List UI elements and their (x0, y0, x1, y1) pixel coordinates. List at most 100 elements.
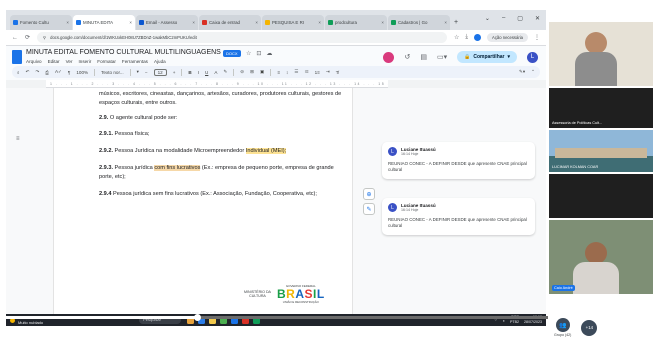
group-button[interactable]: 👥 Grupo (42) (554, 318, 571, 337)
style-select[interactable]: Texto nor... (101, 70, 123, 75)
comment-card[interactable]: L Luciane Ituassú 16:14 Hoje REUNIAO CON… (382, 198, 535, 235)
editing-mode-icon[interactable]: ✎▾ (519, 69, 525, 75)
more-participants-badge[interactable]: +14 (581, 319, 598, 336)
browser-tab[interactable]: Caixa de entrad × (199, 15, 261, 30)
print-icon[interactable]: ⎙ (45, 70, 49, 75)
back-icon[interactable]: ← (12, 35, 18, 41)
history-icon[interactable]: ↺ (404, 53, 410, 61)
highlight-icon[interactable]: ✎ (223, 69, 227, 75)
star-icon[interactable]: ☆ (454, 34, 459, 41)
link-icon[interactable]: ⊝ (240, 69, 244, 75)
move-folder-icon[interactable]: ⊡ (256, 50, 261, 57)
close-icon[interactable]: × (192, 20, 195, 25)
download-icon[interactable]: ⤓ (465, 34, 468, 41)
image-icon[interactable]: ▣ (260, 69, 264, 75)
menu-item-view[interactable]: Ver (66, 59, 73, 64)
close-icon[interactable]: × (255, 20, 258, 25)
font-size-input[interactable]: 12 (153, 68, 167, 76)
browser-tab[interactable]: Email - Assesso × (136, 15, 198, 30)
document-title[interactable]: MINUTA EDITAL FOMENTO CULTURAL MULTILING… (26, 49, 221, 56)
font-size-decrease[interactable]: − (145, 70, 148, 75)
close-icon[interactable]: × (381, 20, 384, 25)
text-color-icon[interactable]: A (214, 70, 217, 75)
star-icon[interactable]: ☆ (246, 50, 251, 57)
close-icon[interactable]: × (66, 20, 69, 25)
align-icon[interactable]: ≡ (277, 70, 280, 75)
checklist-icon[interactable]: ☰ (294, 69, 298, 75)
participant-tile[interactable]: LUCIMAR KOLMAN COAR (549, 130, 653, 172)
indent-icon[interactable]: ⇥ (326, 69, 330, 75)
add-comment-icon[interactable]: ⊕ (363, 188, 375, 200)
toolbar-divider (181, 68, 183, 76)
participant-tile[interactable]: Caio André (549, 220, 653, 294)
menu-item-format[interactable]: Formatar (97, 59, 116, 64)
menu-item-tools[interactable]: Ferramentas (122, 59, 148, 64)
menu-item-insert[interactable]: Inserir (79, 59, 92, 64)
comment-card[interactable]: L Luciane Ituassú 16:14 Hoje REUNIAO CON… (382, 142, 535, 179)
close-icon[interactable]: × (129, 20, 132, 25)
maximize-icon[interactable]: ▢ (517, 15, 523, 22)
commented-text[interactable]: com fins lucrativos (154, 165, 201, 171)
profile-icon[interactable] (474, 34, 482, 41)
numbered-list-icon[interactable]: 1≡ (315, 70, 320, 75)
browser-tab-active[interactable]: MINUTA EDITA × (73, 15, 135, 30)
browser-tab[interactable]: Fomento Cultu × (10, 15, 72, 30)
commented-text[interactable]: Individual (MEI); (245, 148, 287, 154)
browser-tab[interactable]: PESQUISA E RI × (262, 15, 324, 30)
ruler[interactable]: 1 . . . 1 . . . 2 . . . 3 . . . 4 . . . … (46, 80, 388, 88)
new-tab-button[interactable]: + (454, 15, 458, 30)
docs-logo-icon[interactable] (12, 50, 22, 64)
outline-icon[interactable]: ≡ (16, 136, 20, 142)
browser-tab[interactable]: Cadastros | Go × (388, 15, 450, 30)
participant-tile[interactable] (549, 174, 653, 218)
participant-tile[interactable]: Assessoria de Políticas Cult... (549, 88, 653, 128)
comment-header: L Luciane Ituassú 16:14 Hoje (388, 147, 529, 156)
menu-item-help[interactable]: Ajuda (154, 59, 166, 64)
browser-tab[interactable]: prodcultura × (325, 15, 387, 30)
footer-logos: MINISTÉRIO DA CULTURA GOVERNO FEDERAL BR… (244, 284, 325, 304)
cloud-status-icon[interactable]: ☁ (266, 50, 272, 57)
bold-icon[interactable]: B (188, 70, 191, 75)
clear-format-icon[interactable]: T̸ (336, 70, 339, 75)
search-icon[interactable]: ⌕ (17, 70, 20, 75)
comments-icon[interactable]: ▤ (420, 53, 427, 61)
close-icon[interactable]: ✕ (535, 15, 540, 22)
font-select[interactable]: ▾ (137, 69, 139, 75)
italic-icon[interactable]: I (198, 70, 199, 75)
comment-meta: Luciane Ituassú 16:14 Hoje (401, 203, 436, 212)
font-size-increase[interactable]: + (173, 70, 176, 75)
paint-format-icon[interactable]: ¶ (68, 70, 70, 75)
menu-item-file[interactable]: Arquivo (26, 59, 42, 64)
chevron-down-icon[interactable]: ⌄ (485, 15, 490, 22)
participant-tile[interactable] (549, 22, 653, 86)
menu-item-edit[interactable]: Editar (48, 59, 60, 64)
minimize-icon[interactable]: – (502, 15, 505, 22)
zoom-select[interactable]: 100% (76, 70, 88, 75)
playback-progress[interactable] (0, 314, 548, 321)
site-info-icon[interactable]: ⚲ (43, 35, 46, 40)
url-text: docs.google.com/document/d/1WKUxkEH08U7Z… (50, 35, 197, 40)
suggest-edit-icon[interactable]: ✎ (363, 203, 375, 215)
redo-icon[interactable]: ↷ (35, 69, 39, 75)
progress-fill (0, 316, 198, 319)
collapse-toolbar-icon[interactable]: ⌃ (531, 69, 535, 75)
share-button[interactable]: 🔒 Compartilhar ▾ (457, 51, 517, 63)
meet-icon[interactable]: ▭▾ (437, 53, 447, 61)
undo-icon[interactable]: ↶ (26, 69, 30, 75)
spellcheck-icon[interactable]: A✓ (55, 69, 62, 75)
top-band (0, 0, 654, 10)
more-vert-icon[interactable]: ⋮ (534, 34, 540, 41)
account-avatar[interactable]: L (527, 51, 538, 63)
line-spacing-icon[interactable]: ↕ (286, 70, 288, 75)
close-icon[interactable]: × (318, 20, 321, 25)
comment-add-icon[interactable]: ⊞ (250, 69, 254, 75)
underline-icon[interactable]: U (205, 70, 208, 75)
refresh-icon[interactable]: ⟳ (25, 34, 30, 41)
document-page[interactable]: músicos, escritores, cineastas, dançarin… (53, 88, 353, 314)
bullet-list-icon[interactable]: ⁝≡ (304, 69, 308, 75)
record-icon[interactable] (383, 51, 395, 63)
url-field[interactable]: ⚲ docs.google.com/document/d/1WKUxkEH08U… (37, 32, 447, 43)
close-icon[interactable]: × (444, 20, 447, 25)
action-needed-button[interactable]: Ação necessária (487, 33, 528, 42)
toolbar-divider (94, 68, 96, 76)
